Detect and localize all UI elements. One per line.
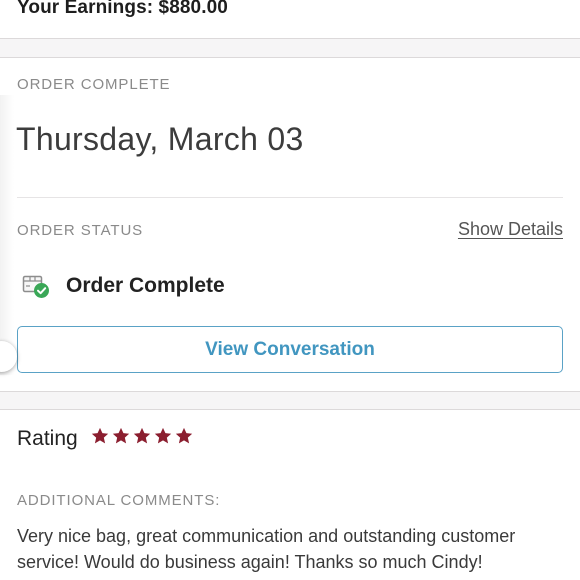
- order-complete-label: ORDER COMPLETE: [17, 76, 171, 93]
- show-details-link[interactable]: Show Details: [458, 219, 563, 240]
- drawer-edge-shadow: [0, 95, 14, 375]
- view-conversation-button[interactable]: View Conversation: [17, 326, 563, 373]
- order-card: ORDER COMPLETE Thursday, March 03 ORDER …: [0, 58, 580, 391]
- star-icon: [175, 427, 193, 444]
- card-divider: [17, 197, 563, 198]
- section-divider: [0, 38, 580, 58]
- section-divider: [0, 391, 580, 410]
- order-date: Thursday, March 03: [16, 121, 304, 157]
- comment-text: Very nice bag, great communication and o…: [17, 526, 516, 572]
- star-icon: [133, 427, 151, 444]
- star-icon: [154, 427, 172, 444]
- rating-card: Rating ADDITIONAL COMMENTS: Very nice ba…: [0, 410, 580, 580]
- rating-stars: [90, 426, 194, 446]
- star-icon: [112, 427, 130, 444]
- star-icon: [91, 427, 109, 444]
- package-check-icon: [21, 272, 51, 300]
- earnings-header: Your Earnings: $880.00: [0, 0, 580, 38]
- order-status-text: Order Complete: [66, 274, 225, 297]
- earnings-text: Your Earnings: $880.00: [17, 0, 228, 18]
- order-status-label: ORDER STATUS: [17, 222, 144, 239]
- additional-comments-label: ADDITIONAL COMMENTS:: [17, 492, 221, 509]
- rating-label: Rating: [17, 427, 78, 450]
